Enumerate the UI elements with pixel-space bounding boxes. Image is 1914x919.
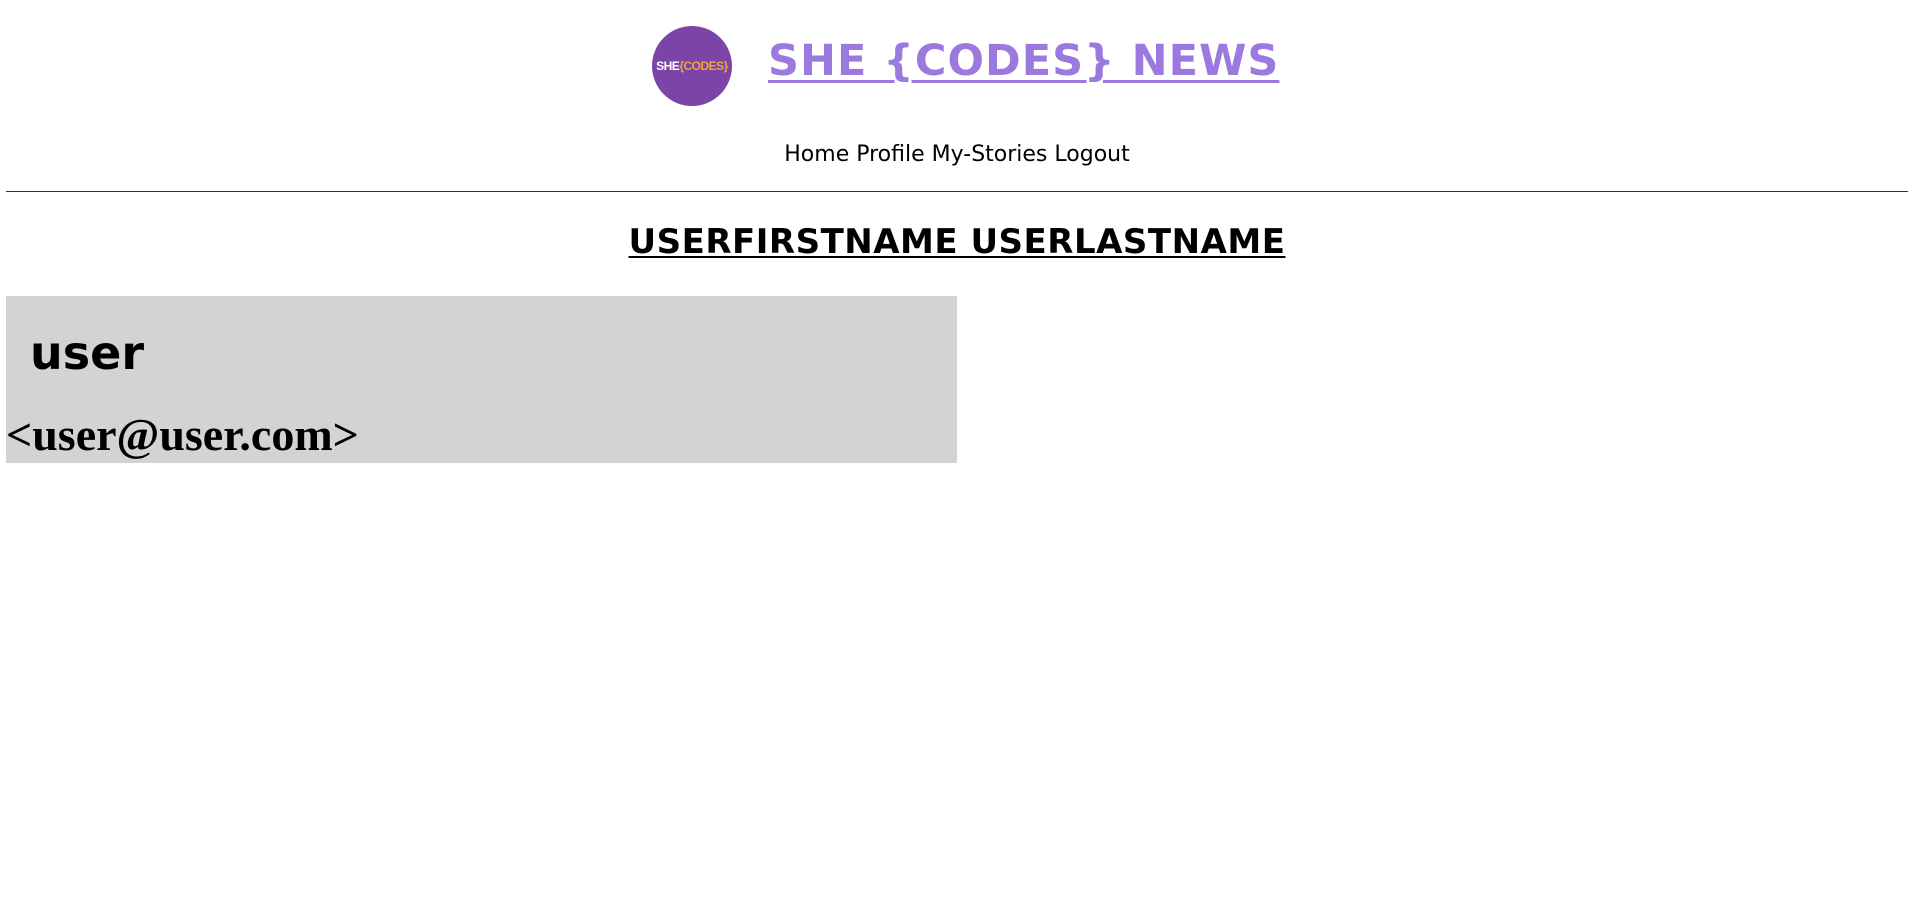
nav-home-link[interactable]: Home — [784, 142, 849, 167]
page-title: USERFIRSTNAME USERLASTNAME — [628, 222, 1286, 262]
site-header: SHE {CODES} SHE {CODES} NEWS Home Profile… — [0, 0, 1914, 190]
nav-logout-link[interactable]: Logout — [1054, 142, 1129, 167]
profile-email: <user@user.com> — [6, 409, 359, 460]
she-codes-logo[interactable]: SHE {CODES} — [652, 26, 732, 106]
main-nav: Home Profile My-Stories Logout — [0, 142, 1914, 167]
nav-my-stories-link[interactable]: My-Stories — [932, 142, 1048, 167]
logo-text-she: SHE — [656, 59, 680, 73]
profile-card: user <user@user.com> — [6, 296, 957, 463]
logo-text-codes: {CODES} — [679, 59, 728, 73]
nav-profile-link[interactable]: Profile — [856, 142, 924, 167]
profile-username: user — [30, 326, 145, 380]
site-title-link[interactable]: SHE {CODES} NEWS — [768, 36, 1279, 86]
header-divider — [6, 191, 1908, 192]
